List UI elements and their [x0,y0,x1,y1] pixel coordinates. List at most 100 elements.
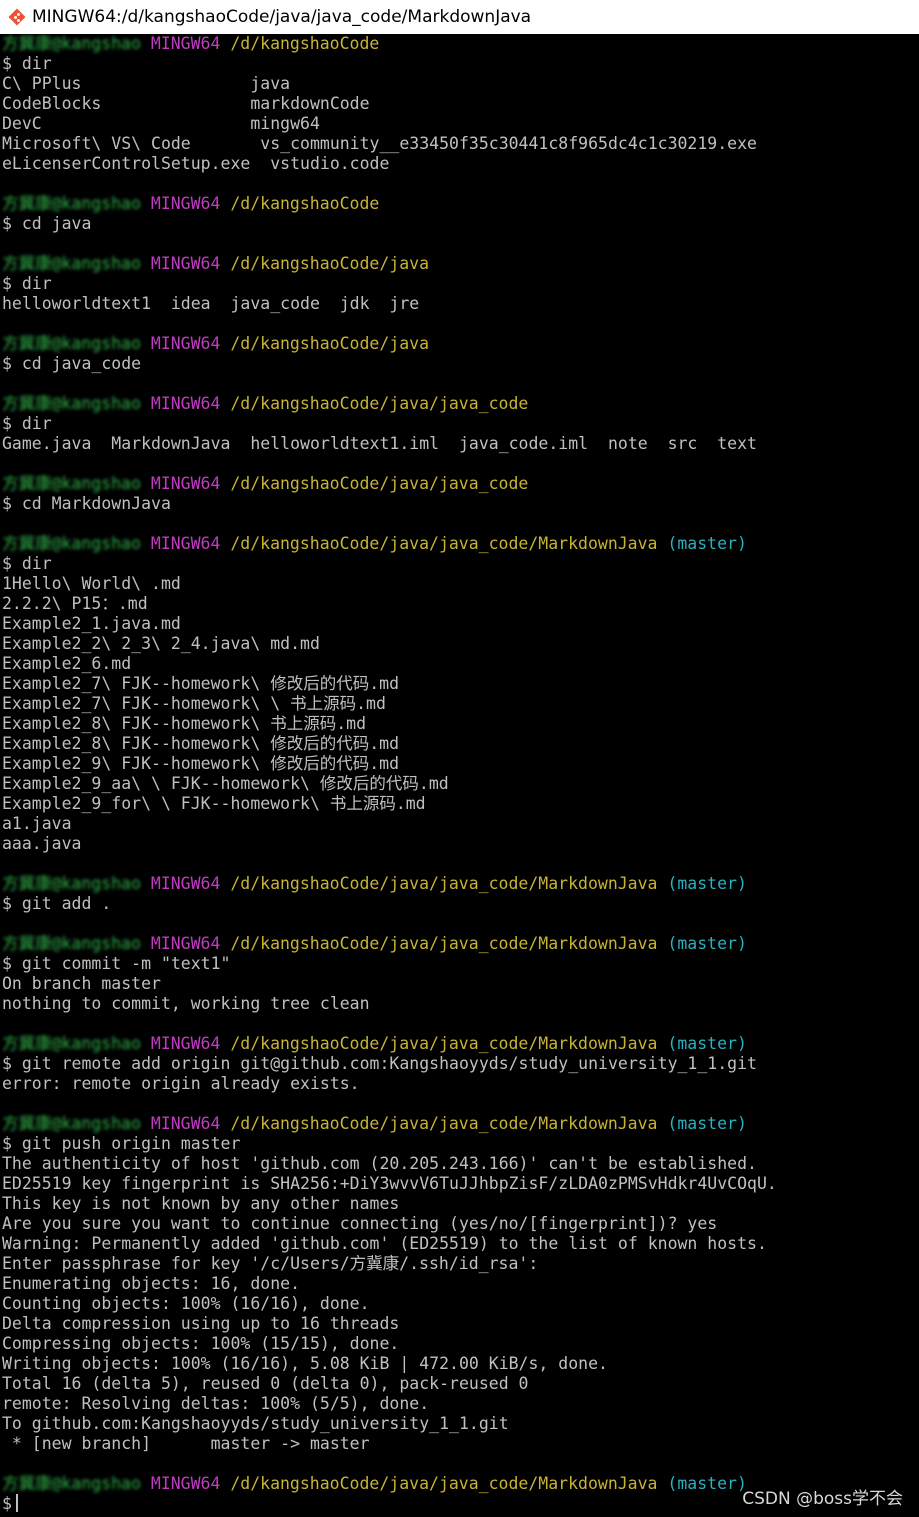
output-text: $ dir [2,414,52,433]
prompt-user: 方冀康@kangshao [2,194,141,213]
prompt-path: /d/kangshaoCode/java/java_code [230,474,529,493]
prompt-branch: (master) [667,874,747,893]
prompt-line: 方冀康@kangshao MINGW64 /d/kangshaoCode/jav… [2,254,919,274]
output-line: $ dir [2,414,919,434]
output-text: Example2_1.java.md [2,614,181,633]
output-text: Example2_8\ FJK--homework\ 书上源码.md [2,714,367,733]
prompt-symbol: $ [2,1494,12,1513]
output-line: error: remote origin already exists. [2,1074,919,1094]
output-text: Example2_2\ 2_3\ 2_4.java\ md.md [2,634,320,653]
output-line: ED25519 key fingerprint is SHA256:+DiY3w… [2,1174,919,1194]
output-line: remote: Resolving deltas: 100% (5/5), do… [2,1394,919,1414]
output-line: $ cd MarkdownJava [2,494,919,514]
prompt-host: MINGW64 [150,874,221,893]
output-line: Enumerating objects: 16, done. [2,1274,919,1294]
output-text: Warning: Permanently added 'github.com' … [2,1234,767,1253]
output-text: CodeBlocks markdownCode [2,94,370,113]
output-line: Delta compression using up to 16 threads [2,1314,919,1334]
output-line: Game.java MarkdownJava helloworldtext1.i… [2,434,919,454]
output-line: Example2_8\ FJK--homework\ 修改后的代码.md [2,734,919,754]
prompt-branch: (master) [667,534,747,553]
output-text: Delta compression using up to 16 threads [2,1314,400,1333]
text-cursor[interactable] [15,1494,18,1512]
output-text: This key is not known by any other names [2,1194,400,1213]
output-line: Microsoft\ VS\ Code vs_community__e33450… [2,134,919,154]
prompt-path: /d/kangshaoCode/java/java_code/MarkdownJ… [230,1114,658,1133]
output-text: $ git add . [2,894,112,913]
output-line: Example2_6.md [2,654,919,674]
output-text: Example2_7\ FJK--homework\ 修改后的代码.md [2,674,400,693]
output-text: C\ PPlus java [2,74,291,93]
prompt-user: 方冀康@kangshao [2,934,141,953]
output-text: Game.java MarkdownJava helloworldtext1.i… [2,434,757,453]
output-line: Example2_9\ FJK--homework\ 修改后的代码.md [2,754,919,774]
output-text: 1Hello\ World\ .md [2,574,181,593]
output-text: To github.com:Kangshaoyyds/study_univers… [2,1414,509,1433]
output-text: Example2_6.md [2,654,132,673]
prompt-path: /d/kangshaoCode/java/java_code/MarkdownJ… [230,934,658,953]
terminal-output[interactable]: 方冀康@kangshao MINGW64 /d/kangshaoCode $ di… [2,34,919,1517]
prompt-branch: (master) [667,934,747,953]
output-line: $ cd java [2,214,919,234]
output-line: $ dir [2,274,919,294]
output-text: Enter passphrase for key '/c/Users/方冀康/.… [2,1254,539,1273]
git-bash-icon [8,8,26,26]
output-line: $ dir [2,54,919,74]
output-text: Total 16 (delta 5), reused 0 (delta 0), … [2,1374,529,1393]
output-line: $ git commit -m "text1" [2,954,919,974]
output-line: nothing to commit, working tree clean [2,994,919,1014]
prompt-path: /d/kangshaoCode [230,34,380,53]
output-line: Example2_8\ FJK--homework\ 书上源码.md [2,714,919,734]
output-line: C\ PPlus java [2,74,919,94]
output-line: To github.com:Kangshaoyyds/study_univers… [2,1414,919,1434]
prompt-host: MINGW64 [150,1474,221,1493]
output-line: Example2_2\ 2_3\ 2_4.java\ md.md [2,634,919,654]
output-text: ED25519 key fingerprint is SHA256:+DiY3w… [2,1174,777,1193]
output-text: $ dir [2,54,52,73]
output-text: $ git push origin master [2,1134,241,1153]
prompt-host: MINGW64 [150,474,221,493]
output-line: Example2_1.java.md [2,614,919,634]
output-text: The authenticity of host 'github.com (20… [2,1154,757,1173]
window-title: MINGW64:/d/kangshaoCode/java/java_code/M… [32,7,532,27]
prompt-line: 方冀康@kangshao MINGW64 /d/kangshaoCode/jav… [2,934,919,954]
prompt-line: 方冀康@kangshao MINGW64 /d/kangshaoCode/jav… [2,334,919,354]
output-text: Counting objects: 100% (16/16), done. [2,1294,370,1313]
prompt-user: 方冀康@kangshao [2,534,141,553]
output-text: aaa.java [2,834,82,853]
prompt-branch: (master) [667,1034,747,1053]
output-text: $ cd java_code [2,354,142,373]
output-line: On branch master [2,974,919,994]
output-line: Enter passphrase for key '/c/Users/方冀康/.… [2,1254,919,1274]
prompt-host: MINGW64 [150,254,221,273]
prompt-branch: (master) [667,1114,747,1133]
output-text: Example2_7\ FJK--homework\ \ 书上源码.md [2,694,386,713]
output-line: $ git remote add origin git@github.com:K… [2,1054,919,1074]
output-text: Writing objects: 100% (16/16), 5.08 KiB … [2,1354,608,1373]
output-text: a1.java [2,814,72,833]
output-line: This key is not known by any other names [2,1194,919,1214]
output-line: Example2_7\ FJK--homework\ 修改后的代码.md [2,674,919,694]
output-line: Are you sure you want to continue connec… [2,1214,919,1234]
prompt-path: /d/kangshaoCode/java/java_code/MarkdownJ… [230,534,658,553]
output-text: $ cd java [2,214,92,233]
output-text: Example2_9_aa\ \ FJK--homework\ 修改后的代码.m… [2,774,449,793]
prompt-line: 方冀康@kangshao MINGW64 /d/kangshaoCode/jav… [2,874,919,894]
output-text: $ git remote add origin git@github.com:K… [2,1054,757,1073]
output-line: helloworldtext1 idea java_code jdk jre [2,294,919,314]
prompt-line: 方冀康@kangshao MINGW64 /d/kangshaoCode [2,194,919,214]
prompt-host: MINGW64 [150,1114,221,1133]
output-text: DevC mingw64 [2,114,320,133]
prompt-user: 方冀康@kangshao [2,874,141,893]
output-line: $ git add . [2,894,919,914]
title-bar[interactable]: MINGW64:/d/kangshaoCode/java/java_code/M… [0,0,919,34]
prompt-path: /d/kangshaoCode/java/java_code/MarkdownJ… [230,874,658,893]
prompt-branch: (master) [667,1474,747,1493]
